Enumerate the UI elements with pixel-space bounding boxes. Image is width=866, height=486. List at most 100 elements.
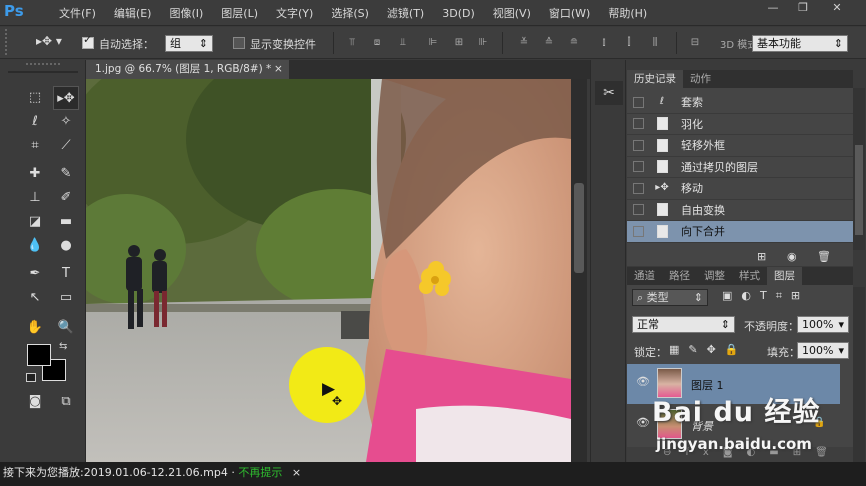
- layer-name[interactable]: 图层 1: [691, 377, 724, 393]
- align-left-icon[interactable]: ⊫: [426, 36, 440, 50]
- lock-icons[interactable]: ▦✎✥🔒: [669, 343, 748, 356]
- align-top-icon[interactable]: ⫪: [345, 36, 359, 50]
- auto-align-icon[interactable]: ⊟: [688, 36, 702, 50]
- history-checkbox[interactable]: [633, 204, 644, 216]
- tab-paths[interactable]: 路径: [662, 267, 697, 285]
- hand-tool-icon[interactable]: ✋: [22, 316, 48, 340]
- history-checkbox[interactable]: [633, 182, 644, 194]
- quick-mask-icon[interactable]: ◙: [22, 390, 48, 414]
- align-vcenter-icon[interactable]: ⧈: [370, 36, 384, 50]
- history-item-selected[interactable]: 向下合并: [627, 221, 853, 243]
- distribute-top-icon[interactable]: ≚: [517, 36, 531, 50]
- type-tool-icon[interactable]: T: [53, 262, 79, 286]
- history-item[interactable]: 羽化: [627, 114, 853, 135]
- move-tool-icon[interactable]: ▸✥: [53, 86, 79, 110]
- close-tab-icon[interactable]: ×: [274, 60, 283, 79]
- dodge-tool-icon[interactable]: ●: [53, 234, 79, 258]
- history-item[interactable]: 通过拷贝的图层: [627, 157, 853, 178]
- menu-image[interactable]: 图像(I): [160, 5, 212, 21]
- tab-layers[interactable]: 图层: [767, 267, 802, 285]
- distribute-bottom-icon[interactable]: ≘: [567, 36, 581, 50]
- stamp-tool-icon[interactable]: ⊥: [22, 186, 48, 210]
- history-checkbox[interactable]: [633, 225, 644, 237]
- history-scroll-thumb[interactable]: [855, 145, 863, 235]
- document-canvas[interactable]: ▶ ✥: [86, 79, 571, 462]
- tab-actions[interactable]: 动作: [683, 70, 718, 88]
- history-item[interactable]: ▸✥ 移动: [627, 178, 853, 200]
- move-tool-icon[interactable]: ▸✥ ▾: [36, 34, 62, 48]
- fill-input[interactable]: 100% ▾: [797, 342, 849, 359]
- opacity-input[interactable]: 100% ▾: [797, 316, 849, 333]
- tab-adjustments[interactable]: 调整: [697, 267, 732, 285]
- default-colors-icon[interactable]: [26, 373, 36, 382]
- vertical-scroll-thumb[interactable]: [574, 183, 584, 273]
- new-document-from-state-icon[interactable]: ⊞: [757, 250, 766, 263]
- history-checkbox[interactable]: [633, 161, 644, 173]
- tab-history[interactable]: 历史记录: [627, 70, 683, 88]
- menu-select[interactable]: 选择(S): [322, 5, 378, 21]
- blur-tool-icon[interactable]: 💧: [22, 234, 48, 258]
- visibility-eye-icon[interactable]: 👁: [636, 376, 650, 387]
- workspace-dropdown[interactable]: 基本功能 ⇕: [752, 35, 848, 52]
- brush-tool-icon[interactable]: ✎: [53, 162, 79, 186]
- menu-edit[interactable]: 编辑(E): [105, 5, 161, 21]
- menu-layer[interactable]: 图层(L): [212, 5, 267, 21]
- history-item[interactable]: 轻移外框: [627, 135, 853, 157]
- close-icon[interactable]: ×: [286, 466, 301, 479]
- history-brush-tool-icon[interactable]: ✐: [53, 186, 79, 210]
- tab-styles[interactable]: 样式: [732, 267, 767, 285]
- align-hcenter-icon[interactable]: ⊞: [452, 36, 466, 50]
- watermark-url: jingyan.baidu.com: [656, 435, 812, 453]
- menu-filter[interactable]: 滤镜(T): [378, 5, 433, 21]
- snapshot-icon[interactable]: ◉: [787, 250, 797, 263]
- layers-scrollbar[interactable]: [853, 287, 865, 462]
- blend-mode-dropdown[interactable]: 正常 ⇕: [632, 316, 735, 333]
- show-transform-checkbox[interactable]: [233, 37, 245, 49]
- dont-show-again-link[interactable]: 不再提示: [238, 466, 282, 479]
- menu-window[interactable]: 窗口(W): [540, 5, 599, 21]
- history-item[interactable]: ℓ 套索: [627, 92, 853, 114]
- trash-icon[interactable]: 🗑: [817, 250, 831, 263]
- magic-wand-tool-icon[interactable]: ✧: [53, 110, 79, 134]
- menu-help[interactable]: 帮助(H): [599, 5, 656, 21]
- close-button[interactable]: ✕: [822, 0, 852, 16]
- swap-colors-icon[interactable]: ⇆: [59, 341, 67, 352]
- screen-mode-icon[interactable]: ⧉: [53, 390, 79, 414]
- eyedropper-tool-icon[interactable]: ⟋: [53, 134, 79, 158]
- eraser-tool-icon[interactable]: ◪: [22, 210, 48, 234]
- minimize-button[interactable]: —: [758, 0, 788, 16]
- zoom-tool-icon[interactable]: 🔍: [53, 316, 79, 340]
- align-right-icon[interactable]: ⊪: [476, 36, 490, 50]
- layer-filter-dropdown[interactable]: ⌕ 类型 ⇕: [632, 289, 708, 306]
- menu-type[interactable]: 文字(Y): [267, 5, 322, 21]
- lasso-tool-icon[interactable]: ℓ: [22, 110, 48, 134]
- layer-filter-icons[interactable]: ▣◐T⌗⊞: [722, 289, 809, 303]
- distribute-vcenter-icon[interactable]: ≙: [542, 36, 556, 50]
- history-checkbox[interactable]: [633, 139, 644, 151]
- distribute-hcenter-icon[interactable]: ⫿: [622, 36, 636, 50]
- gradient-tool-icon[interactable]: ▬: [53, 210, 79, 234]
- rectangle-tool-icon[interactable]: ▭: [53, 286, 79, 310]
- menu-view[interactable]: 视图(V): [484, 5, 540, 21]
- path-select-tool-icon[interactable]: ↖: [22, 286, 48, 310]
- tab-channels[interactable]: 通道: [627, 267, 662, 285]
- move-crosshair-icon: ✥: [332, 394, 343, 408]
- foreground-color-swatch[interactable]: [27, 344, 51, 366]
- menu-3d[interactable]: 3D(D): [433, 7, 484, 20]
- restore-button[interactable]: ❐: [788, 0, 818, 16]
- auto-select-dropdown[interactable]: 组 ⇕: [165, 35, 213, 52]
- history-checkbox[interactable]: [633, 118, 644, 130]
- align-bottom-icon[interactable]: ⫫: [396, 36, 410, 50]
- menu-file[interactable]: 文件(F): [50, 5, 105, 21]
- healing-tool-icon[interactable]: ✚: [22, 162, 48, 186]
- history-item[interactable]: 自由变换: [627, 200, 853, 221]
- pen-tool-icon[interactable]: ✒: [22, 262, 48, 286]
- history-checkbox[interactable]: [633, 96, 644, 108]
- tool-presets-icon[interactable]: ✂: [595, 81, 623, 105]
- distribute-right-icon[interactable]: ⫼: [648, 36, 662, 50]
- crop-tool-icon[interactable]: ⌗: [22, 134, 48, 158]
- visibility-eye-icon[interactable]: 👁: [636, 417, 650, 428]
- document-tab[interactable]: 1.jpg @ 66.7% (图层 1, RGB/8#) * ×: [86, 60, 289, 79]
- marquee-tool-icon[interactable]: ⬚: [22, 86, 48, 110]
- distribute-left-icon[interactable]: ⫾: [597, 36, 611, 50]
